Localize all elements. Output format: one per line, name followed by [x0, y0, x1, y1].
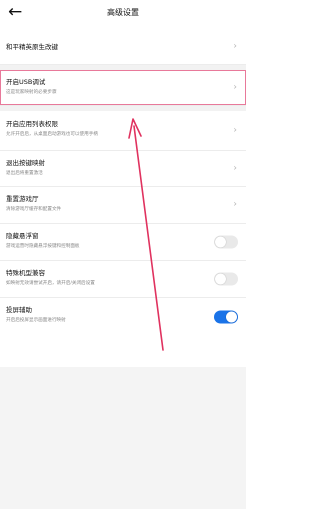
chevron-right-icon: › — [233, 163, 237, 173]
advanced-settings-page: ← 高级设置 和平精英原生改键 › 开启USB调试 这是玩家映射的必要步骤 › … — [0, 0, 246, 509]
toggle-knob — [215, 273, 226, 285]
setting-label: 重置游戏厅 — [6, 195, 39, 203]
setting-description: 开启后投屏显示画面进行映射 — [6, 318, 66, 323]
setting-description: 退出后将重置激活 — [6, 171, 43, 176]
setting-description: 这是玩家映射的必要步骤 — [6, 90, 57, 95]
chevron-right-icon: › — [233, 82, 237, 92]
setting-label: 和平精英原生改键 — [6, 43, 58, 51]
chevron-right-icon: › — [233, 125, 237, 135]
page-title: 高级设置 — [107, 8, 139, 17]
chevron-right-icon: › — [233, 41, 237, 52]
chevron-right-icon: › — [233, 199, 237, 210]
header: ← 高级设置 — [0, 0, 246, 30]
setting-label: 投屏辅助 — [6, 306, 32, 314]
special-device-compat-toggle[interactable] — [214, 272, 238, 286]
setting-exit-key-mapping[interactable]: 退出按键映射 退出后将重置激活 › — [0, 151, 246, 187]
empty-area — [0, 367, 246, 509]
toggle-knob — [226, 311, 237, 322]
setting-label: 隐藏悬浮窗 — [6, 232, 39, 240]
setting-usb-debugging[interactable]: 开启USB调试 这是玩家映射的必要步骤 › — [0, 70, 246, 106]
toggle-knob — [215, 236, 226, 248]
setting-description: 允许开启后，从桌面启动游戏也可以使用手柄 — [6, 132, 98, 137]
setting-label: 开启USB调试 — [6, 78, 46, 86]
setting-screen-cast-assist[interactable]: 投屏辅助 开启后投屏显示画面进行映射 — [0, 298, 246, 335]
setting-reset-game-hall[interactable]: 重置游戏厅 清除游戏厅缓存和配置文件 › — [0, 187, 246, 224]
hide-floating-window-toggle[interactable] — [214, 235, 238, 249]
setting-label: 特殊机型兼容 — [6, 269, 45, 277]
setting-description: 游戏运营时隐藏悬浮按键和控制面板 — [6, 244, 80, 249]
setting-hide-floating-window[interactable]: 隐藏悬浮窗 游戏运营时隐藏悬浮按键和控制面板 — [0, 224, 246, 261]
setting-description: 清除游戏厅缓存和配置文件 — [6, 207, 62, 212]
setting-label: 开启应用列表权限 — [6, 120, 58, 128]
setting-app-list-permission[interactable]: 开启应用列表权限 允许开启后，从桌面启动游戏也可以使用手柄 › — [0, 111, 246, 151]
setting-special-device-compat[interactable]: 特殊机型兼容 如映射无效请尝试开启，请开启/关闭后设置 — [0, 261, 246, 298]
screen-cast-assist-toggle[interactable] — [214, 310, 238, 323]
setting-native-key-mapping[interactable]: 和平精英原生改键 › — [0, 30, 246, 65]
settings-list: 和平精英原生改键 › 开启USB调试 这是玩家映射的必要步骤 › 开启应用列表权… — [0, 30, 246, 335]
setting-description: 如映射无效请尝试开启，请开启/关闭后设置 — [6, 281, 95, 286]
setting-label: 退出按键映射 — [6, 159, 45, 167]
